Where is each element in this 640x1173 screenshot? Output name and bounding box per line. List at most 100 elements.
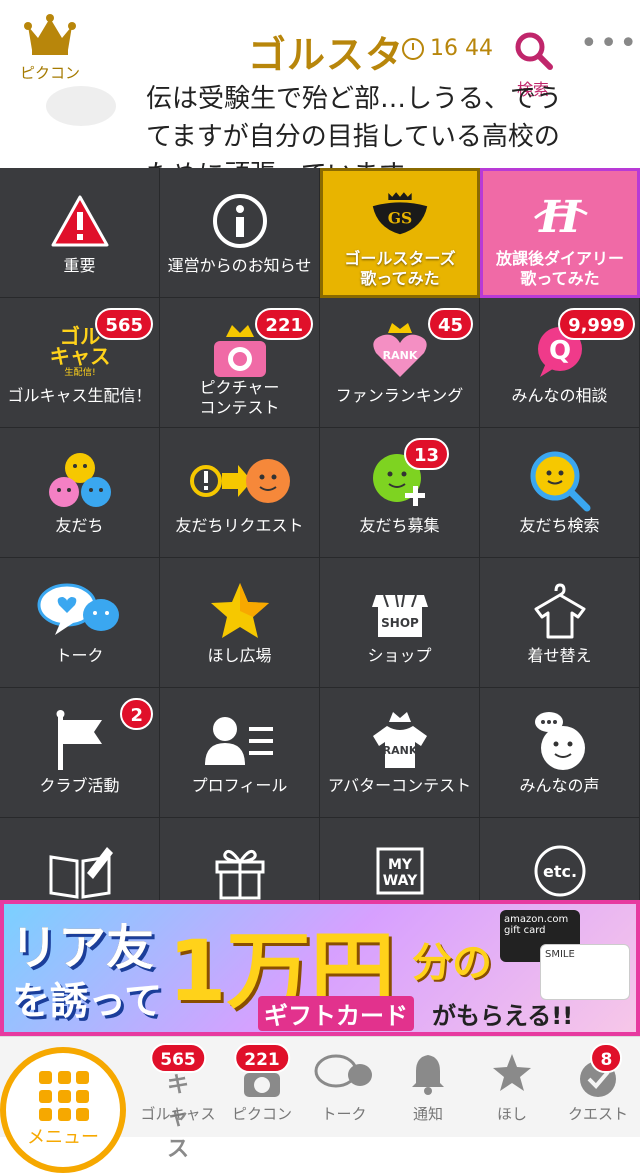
menu-item-label: アバターコンテスト — [327, 776, 472, 795]
menu-item-label: みんなの相談 — [511, 386, 608, 405]
more-menu-icon[interactable]: ••• — [580, 26, 639, 61]
menu-item-label: ピクチャー コンテスト — [162, 378, 317, 418]
notification-badge: 565 — [95, 308, 153, 340]
menu-item-minna-no-soudan[interactable]: Q 9,999 みんなの相談 — [480, 298, 640, 428]
menu-item-golcas-live[interactable]: ゴル キャス 生配信! 565 ゴルキャス生配信！ — [0, 298, 160, 428]
rank-heart-icon: RANK — [365, 318, 435, 384]
menu-item-friends[interactable]: 友だち — [0, 428, 160, 558]
tab-pikukon[interactable]: 221 ピクコン — [220, 1037, 304, 1137]
tab-notifications[interactable]: 通知 — [386, 1037, 470, 1137]
friend-search-icon — [525, 448, 595, 514]
star-plaza-icon — [205, 578, 275, 644]
menu-item-diary[interactable] — [0, 818, 160, 900]
menu-item-fan-ranking[interactable]: RANK 45 ファンランキング — [320, 298, 480, 428]
tab-label: クエスト — [567, 1105, 628, 1123]
book-pen-icon — [45, 838, 115, 900]
menu-item-label: 友だちリクエスト — [175, 516, 304, 535]
menu-item-label: 友だち募集 — [359, 516, 440, 535]
tab-badge: 221 — [234, 1043, 290, 1073]
menu-item-picture-contest[interactable]: 221 ピクチャー コンテスト — [160, 298, 320, 428]
info-icon — [205, 188, 275, 254]
houkago-diary-logo-icon: H — [525, 183, 595, 249]
gift-card-image: SMILE — [540, 944, 630, 1000]
menu-item-label: 着せ替え — [527, 646, 592, 665]
menu-item-label: みんなの声 — [519, 776, 600, 795]
tab-quest[interactable]: 8 クエスト — [556, 1037, 640, 1137]
flag-icon — [45, 708, 115, 774]
menu-item-present[interactable] — [160, 818, 320, 900]
menu-item-label: 友だち — [55, 516, 104, 535]
tab-talk[interactable]: トーク — [302, 1037, 386, 1137]
menu-button-label: メニュー — [27, 1127, 99, 1148]
star-tab-icon — [491, 1053, 533, 1097]
banner-line1: リア友 — [10, 920, 155, 976]
menu-item-label: ゴルキャス生配信！ — [7, 386, 152, 405]
menu-item-houkago-diary-utattemita[interactable]: H 放課後ダイアリー 歌ってみた — [480, 168, 640, 298]
talk-bubbles-icon — [35, 578, 125, 644]
menu-item-label: ゴールスターズ 歌ってみた — [325, 249, 475, 289]
svg-text:GS: GS — [388, 208, 413, 227]
bell-icon — [410, 1053, 446, 1099]
timer-text: 16 44 — [430, 36, 493, 61]
menu-item-label: ほし広場 — [207, 646, 272, 665]
post-line: てますが自分の目指している高校の — [146, 122, 560, 152]
menu-item-avatar-contest[interactable]: RANK アバターコンテスト — [320, 688, 480, 818]
bottom-tab-bar: キャス 565 ゴルキャス 221 ピクコン トーク 通知 ほし 8 クエスト — [0, 1036, 640, 1173]
tab-golcas[interactable]: キャス 565 ゴルキャス — [136, 1037, 220, 1162]
menu-item-my-way[interactable]: MY WAY — [320, 818, 480, 900]
banner-line2: を誘って — [12, 979, 163, 1023]
etc-icon: etc. — [525, 838, 595, 900]
tab-badge: 565 — [150, 1043, 206, 1073]
menu-item-label: 重要 — [63, 256, 96, 275]
notification-badge: 45 — [427, 308, 473, 340]
menu-item-friend-request[interactable]: 友だちリクエスト — [160, 428, 320, 558]
pikukon-header-label: ピクコン — [19, 64, 80, 82]
svg-text:H: H — [537, 192, 582, 243]
warning-icon — [45, 188, 115, 254]
menu-item-friend-recruit[interactable]: 13 友だち募集 — [320, 428, 480, 558]
voice-face-icon — [525, 708, 595, 774]
svg-text:Q: Q — [548, 336, 570, 366]
gift-icon — [205, 838, 275, 900]
menu-item-shop[interactable]: SHOP ショップ — [320, 558, 480, 688]
tab-label: ピクコン — [231, 1105, 292, 1123]
menu-button[interactable]: メニュー — [0, 1047, 126, 1173]
menu-item-notices[interactable]: 運営からのお知らせ — [160, 168, 320, 298]
main-menu-panel: 重要 運営からのお知らせ GS ゴールスターズ 歌ってみた H 放課後ダイアリー… — [0, 168, 640, 900]
menu-item-profile[interactable]: プロフィール — [160, 688, 320, 818]
svg-text:生配信!: 生配信! — [64, 366, 95, 378]
shop-icon: SHOP — [365, 578, 435, 644]
clock-icon — [402, 37, 424, 60]
promo-banner[interactable]: リア友 を誘って 1万円 分の ギフトカード がもらえる!! amazon.co… — [0, 900, 640, 1036]
rank-text: RANK — [382, 349, 417, 362]
menu-item-club-activity[interactable]: 2 クラブ活動 — [0, 688, 160, 818]
menu-item-talk[interactable]: トーク — [0, 558, 160, 688]
menu-item-minna-no-koe[interactable]: みんなの声 — [480, 688, 640, 818]
menu-item-golstars-utattemita[interactable]: GS ゴールスターズ 歌ってみた — [320, 168, 480, 298]
menu-item-label: 運営からのお知らせ — [167, 256, 312, 275]
menu-item-important[interactable]: 重要 — [0, 168, 160, 298]
pikukon-header-button[interactable]: ピクコン — [10, 14, 90, 83]
rank-shirt-text: RANK — [382, 744, 417, 757]
tab-label: ゴルキャス — [140, 1105, 216, 1123]
notification-badge: 13 — [403, 438, 449, 470]
tab-label: 通知 — [412, 1105, 443, 1123]
notification-badge: 9,999 — [558, 308, 635, 340]
grid-menu-icon — [39, 1071, 91, 1123]
menu-item-friend-search[interactable]: 友だち検索 — [480, 428, 640, 558]
menu-item-etc[interactable]: etc. — [480, 818, 640, 900]
menu-item-hoshi-hiroba[interactable]: ほし広場 — [160, 558, 320, 688]
crown-icon — [24, 14, 76, 55]
tab-hoshi[interactable]: ほし — [470, 1037, 554, 1137]
etc-text: etc. — [542, 862, 576, 881]
rank-shirt-icon: RANK — [365, 708, 435, 774]
menu-item-label-line: 歌ってみた — [360, 269, 440, 288]
menu-item-kisekae[interactable]: 着せ替え — [480, 558, 640, 688]
hanger-shirt-icon — [525, 578, 595, 644]
friends-faces-icon — [45, 448, 115, 514]
countdown-timer: 16 44 — [402, 36, 493, 61]
menu-item-label-line: コンテスト — [199, 398, 280, 417]
svg-text:WAY: WAY — [382, 873, 417, 889]
svg-text:MY: MY — [387, 857, 412, 873]
menu-item-label: クラブ活動 — [39, 776, 120, 795]
